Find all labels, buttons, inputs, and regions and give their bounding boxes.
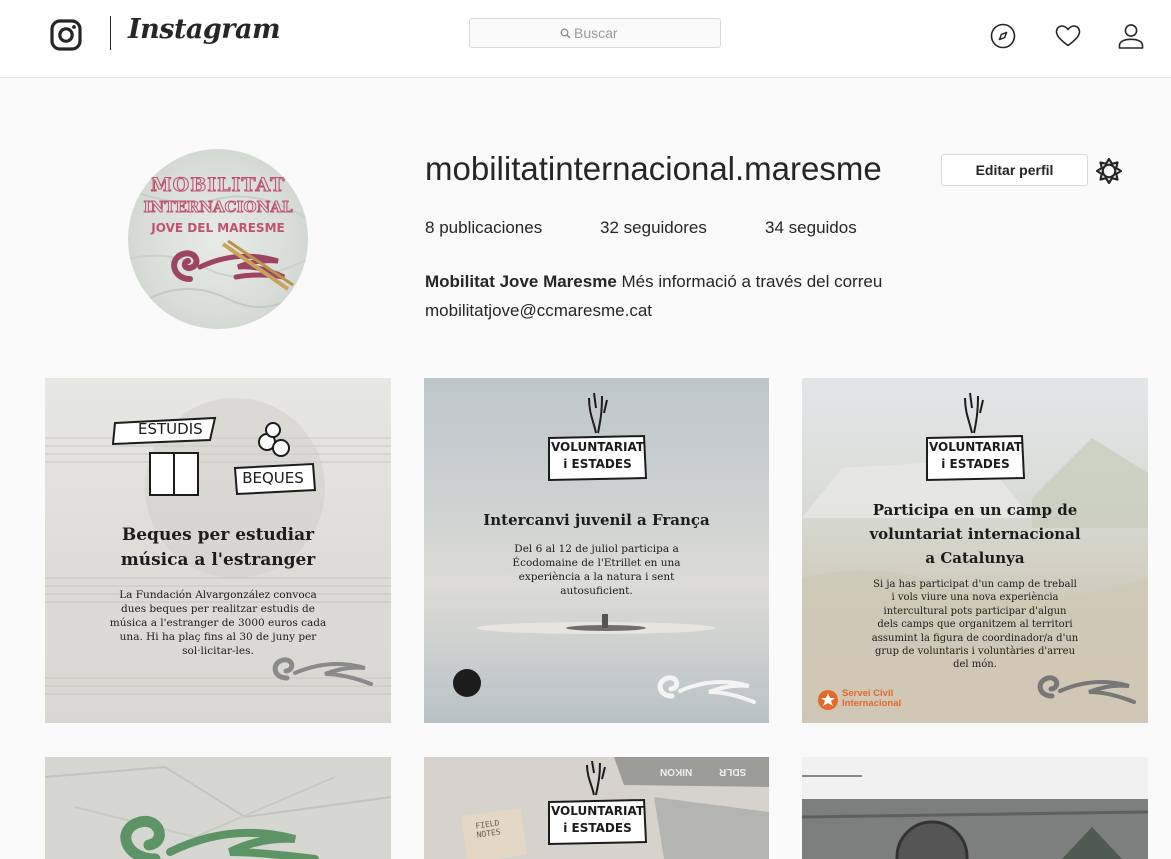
- posts-count: 8: [425, 218, 435, 237]
- post-tag: i ESTADES: [941, 457, 1010, 471]
- post-tile[interactable]: VOLUNTARIAT i ESTADES FIELD NOTES NIKON …: [424, 757, 769, 859]
- post-body-line: Si ja has participat d'un camp de trebal…: [873, 579, 1077, 590]
- following-label: seguidos: [788, 218, 857, 237]
- following-count: 34: [765, 218, 784, 237]
- followers-label: seguidores: [623, 218, 707, 237]
- post-tile[interactable]: [45, 757, 391, 859]
- post-tile[interactable]: [802, 757, 1148, 859]
- org-logo-text: Servei Civil Internacional: [842, 689, 901, 709]
- stat-followers[interactable]: 32 seguidores: [600, 218, 707, 238]
- post-tag: ESTUDIS: [138, 420, 203, 438]
- notebook-label: FIELD NOTES: [475, 818, 501, 839]
- post-body-line: sol·licitar-les.: [182, 645, 254, 657]
- heart-icon[interactable]: [1054, 22, 1082, 50]
- post-tile[interactable]: ESTUDIS BEQUES Beques per estudiar músic…: [45, 378, 391, 723]
- post-body-line: dues beques per realitzar estudis de: [121, 603, 315, 615]
- post-body-line: experiència a la natura i sent: [518, 571, 675, 583]
- profile-bio: Mobilitat Jove Maresme Més informació a …: [425, 267, 985, 325]
- post-body-line: La Fundación Alvargonzález convoca: [119, 589, 317, 601]
- post-body-line: i vols viure una nova experiència: [891, 592, 1059, 604]
- post-tag: i ESTADES: [563, 457, 632, 471]
- search-box[interactable]: [469, 18, 721, 48]
- bio-full-name: Mobilitat Jove Maresme: [425, 272, 617, 291]
- stat-following[interactable]: 34 seguidos: [765, 218, 857, 238]
- bio-email: mobilitatjove@ccmaresme.cat: [425, 301, 652, 320]
- stat-posts: 8 publicaciones: [425, 218, 542, 238]
- post-body-line: intercultural pots participar d'algun: [883, 605, 1067, 617]
- profile-avatar[interactable]: MOBILITAT INTERNACIONAL JOVE DEL MARESME: [128, 149, 308, 329]
- instagram-wordmark[interactable]: Instagram: [128, 14, 281, 45]
- post-body-line: del món.: [953, 659, 997, 671]
- person-icon[interactable]: [1117, 22, 1145, 50]
- posts-label: publicaciones: [439, 218, 543, 237]
- post-tile[interactable]: VOLUNTARIAT i ESTADES Participa en un ca…: [802, 378, 1148, 723]
- post-title: música a l'estranger: [120, 550, 316, 570]
- post-artwork: [802, 775, 1148, 859]
- post-body: Del 6 al 12 de juliol participa a Écodom…: [424, 542, 769, 598]
- camera-brand: NIKON: [660, 766, 693, 777]
- top-navigation-bar: Instagram: [0, 0, 1171, 78]
- camera-model: SDLR: [719, 766, 747, 777]
- post-tile[interactable]: VOLUNTARIAT i ESTADES Intercanvi juvenil…: [424, 378, 769, 723]
- avatar-line3: JOVE DEL MARESME: [150, 221, 284, 235]
- avatar-artwork: MOBILITAT INTERNACIONAL JOVE DEL MARESME: [128, 173, 308, 308]
- edit-profile-button[interactable]: Editar perfil: [941, 154, 1088, 186]
- post-body-line: música a l'estranger de 3000 euros cada: [109, 617, 327, 629]
- bio-text: Més informació a través del correu: [621, 272, 883, 291]
- search-icon: [560, 28, 571, 39]
- post-title: Participa en un camp de: [872, 501, 1078, 519]
- post-tag: i ESTADES: [563, 821, 632, 835]
- post-body-line: autosuficient.: [560, 585, 633, 597]
- post-body: Si ja has participat d'un camp de trebal…: [802, 578, 1148, 672]
- instagram-logo-icon[interactable]: [50, 19, 82, 51]
- post-tag: BEQUES: [242, 469, 304, 487]
- post-body-line: Écodomaine de l'Etrillet en una: [512, 557, 681, 569]
- org-name-line: Internacional: [842, 698, 902, 709]
- post-body-line: assumint la figura de coordinador/a d'un: [871, 632, 1079, 644]
- post-body-line: dels camps que organitzem al territori: [877, 619, 1073, 631]
- post-tag: VOLUNTARIAT: [550, 440, 645, 454]
- avatar-line1: MOBILITAT: [151, 174, 286, 196]
- post-title: a Catalunya: [925, 549, 1025, 567]
- post-body-line: una. Hi ha plaç fins al 30 de juny per: [119, 631, 317, 643]
- post-tag: VOLUNTARIAT: [928, 440, 1023, 454]
- logo-divider: [110, 16, 111, 50]
- followers-count: 32: [600, 218, 619, 237]
- post-title: voluntariat internacional: [869, 525, 1081, 543]
- post-body-line: grup de voluntaris i voluntàries d'arreu: [874, 646, 1076, 658]
- avatar-line2: INTERNACIONAL: [143, 198, 293, 216]
- post-tag: VOLUNTARIAT: [550, 804, 645, 818]
- profile-username: mobilitatinternacional.maresme: [425, 150, 882, 187]
- compass-icon[interactable]: [989, 22, 1017, 50]
- post-title: Beques per estudiar: [121, 525, 315, 545]
- search-input[interactable]: [574, 24, 714, 42]
- post-artwork: [45, 765, 391, 859]
- post-body-line: Del 6 al 12 de juliol participa a: [514, 543, 679, 555]
- post-body: La Fundación Alvargonzález convoca dues …: [45, 588, 391, 658]
- post-title: Intercanvi juvenil a França: [483, 511, 710, 529]
- gear-icon[interactable]: [1095, 157, 1123, 185]
